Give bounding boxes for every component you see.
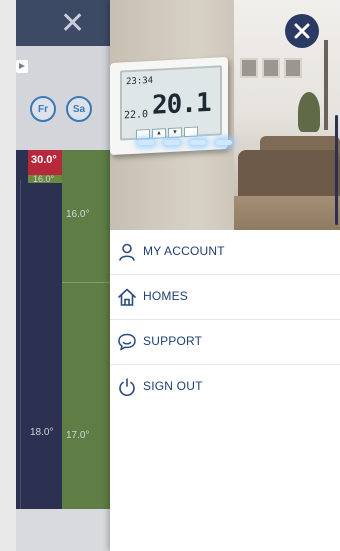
schedule-temp: 16.0° [66,209,90,220]
menu-item-support[interactable]: SUPPORT [110,320,340,365]
power-icon [119,378,135,396]
thermostat-led-row [134,140,254,146]
chat-support-icon [118,333,136,351]
play-tag-icon [16,60,28,73]
menu-item-my-account[interactable]: MY ACCOUNT [110,230,340,275]
hero-lamp [324,40,328,130]
schedule-column-green [62,150,110,509]
background-footer [16,509,110,551]
close-drawer-button[interactable] [285,14,319,48]
navigation-drawer: 23:34 22.0 20.1 ▲ ▼ MY ACCOUNT HOMES SUP… [110,0,340,551]
led-glow [164,140,180,145]
schedule-temp: 30.0° [31,154,57,166]
schedule-divider [62,282,110,283]
schedule-temp: 16.0° [33,174,55,184]
drawer-menu: MY ACCOUNT HOMES SUPPORT SIGN OUT [110,230,340,409]
day-chip-saturday: Sa [66,96,92,122]
schedule-divider [20,180,21,509]
thermostat-up-button: ▲ [152,128,166,139]
hero-sofa [238,150,340,200]
drawer-hero-image: 23:34 22.0 20.1 ▲ ▼ [110,0,340,230]
user-icon [119,243,135,261]
thermostat-current-temp: 20.1 [152,87,211,121]
menu-label: SIGN OUT [143,379,203,393]
menu-item-sign-out[interactable]: SIGN OUT [110,365,340,409]
hero-picture-frame [240,58,258,78]
led-glow [190,140,206,145]
menu-label: MY ACCOUNT [143,244,225,258]
menu-item-homes[interactable]: HOMES [110,275,340,320]
menu-label: HOMES [143,289,189,303]
home-icon [118,288,136,306]
hero-floor [234,196,340,230]
thermostat-set-temp: 22.0 [124,109,149,122]
background-subheader [16,46,110,150]
thermostat-button [184,126,198,138]
day-chip-friday: Fr [30,96,56,122]
thermostat-down-button: ▼ [168,127,182,139]
schedule-temp: 18.0° [30,427,54,438]
hero-picture-frame [262,58,280,78]
led-glow [216,140,232,145]
close-icon [294,23,310,39]
menu-label: SUPPORT [143,334,203,348]
thermostat-time: 23:34 [126,75,154,88]
scrollbar-handle[interactable] [335,115,338,225]
schedule-temp: 17.0° [66,430,90,441]
hero-picture-frame [284,58,302,78]
led-glow [138,140,154,145]
schedule-column-navy [16,150,62,509]
thermostat-button [136,128,150,140]
hero-plant [298,92,320,132]
left-edge-strip [0,0,16,551]
background-close-icon: ✕ [60,7,86,40]
